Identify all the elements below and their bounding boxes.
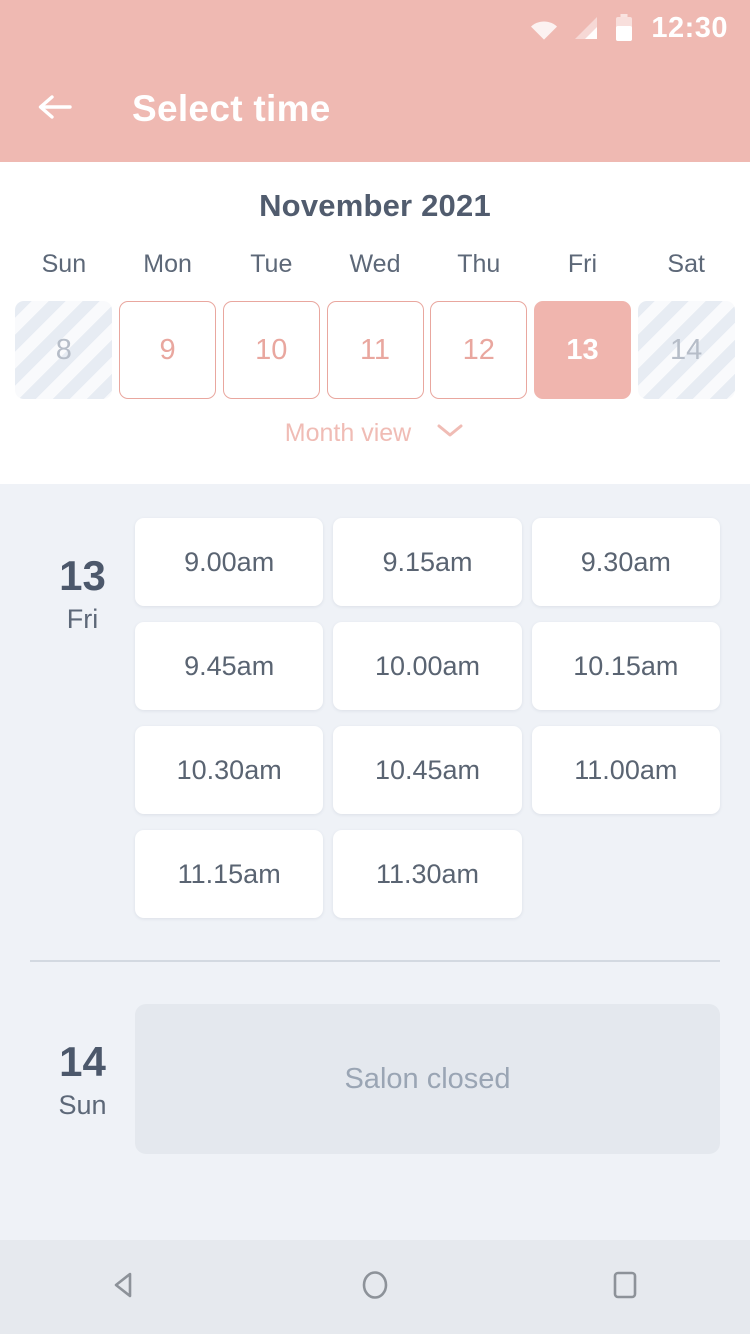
time-slot-grid: 9.00am 9.15am 9.30am 9.45am 10.00am 10.1…: [135, 518, 720, 918]
back-arrow-icon: [36, 92, 76, 127]
app-bar: Select time: [0, 56, 750, 162]
calendar-day-row: 8 9 10 11 12 13 14: [0, 301, 750, 399]
salon-closed-card: Salon closed: [135, 1004, 720, 1154]
schedule-day-name: Sun: [58, 1090, 107, 1121]
page-title: Select time: [132, 88, 331, 129]
time-slot[interactable]: 10.15am: [531, 622, 720, 710]
status-bar-clock: 12:30: [651, 11, 728, 44]
nav-home-icon: [358, 1268, 392, 1307]
month-view-toggle-label: Month view: [284, 419, 412, 447]
time-slot[interactable]: 10.30am: [135, 726, 324, 814]
wifi-icon: [529, 16, 559, 40]
time-slot[interactable]: 9.00am: [135, 518, 324, 606]
schedule-area: 13 Fri 9.00am 9.15am 9.30am 9.45am 10.00…: [0, 484, 750, 1240]
month-view-toggle[interactable]: Month view: [0, 419, 750, 448]
schedule-day-label: 13 Fri: [30, 518, 135, 918]
battery-icon: [615, 14, 633, 42]
time-slot[interactable]: 11.30am: [333, 830, 522, 918]
calendar-dayname: Wed: [349, 250, 401, 278]
time-slot[interactable]: 9.15am: [333, 518, 522, 606]
schedule-day-number: 13: [59, 552, 106, 599]
calendar-day-11[interactable]: 11: [326, 301, 424, 399]
schedule-day-number: 14: [59, 1038, 106, 1085]
calendar-panel: November 2021 Sun Mon Tue Wed Thu Fri Sa…: [0, 162, 750, 484]
calendar-dayname: Sun: [41, 250, 87, 278]
back-button[interactable]: [32, 85, 80, 133]
time-slot[interactable]: 11.15am: [135, 830, 324, 918]
schedule-day-name: Fri: [66, 604, 99, 635]
nav-home-button[interactable]: [320, 1240, 430, 1334]
calendar-dayname: Fri: [567, 250, 598, 278]
chevron-down-icon: [435, 422, 465, 445]
calendar-day-8: 8: [15, 301, 113, 399]
schedule-day-label: 14 Sun: [30, 1004, 135, 1154]
nav-recents-button[interactable]: [570, 1240, 680, 1334]
calendar-day-number: 10: [255, 333, 288, 366]
time-slot[interactable]: 11.00am: [531, 726, 720, 814]
time-slot[interactable]: 9.30am: [531, 518, 720, 606]
time-slot[interactable]: 10.00am: [333, 622, 522, 710]
calendar-day-13[interactable]: 13: [533, 301, 631, 399]
calendar-dayname: Thu: [457, 250, 501, 278]
time-slot[interactable]: 10.45am: [333, 726, 522, 814]
calendar-dayname: Tue: [250, 250, 293, 278]
calendar-dayname: Sat: [667, 250, 705, 278]
calendar-dayname-row: Sun Mon Tue Wed Thu Fri Sat: [0, 250, 750, 301]
calendar-dayname: Mon: [143, 250, 192, 278]
calendar-day-number: 9: [159, 333, 176, 366]
schedule-day-13: 13 Fri 9.00am 9.15am 9.30am 9.45am 10.00…: [0, 484, 750, 918]
nav-back-icon: [107, 1267, 143, 1308]
calendar-day-10[interactable]: 10: [222, 301, 320, 399]
calendar-day-12[interactable]: 12: [430, 301, 528, 399]
salon-closed-message: Salon closed: [344, 1062, 511, 1095]
calendar-day-9[interactable]: 9: [119, 301, 217, 399]
android-nav-bar: [0, 1240, 750, 1334]
nav-recents-icon: [609, 1269, 641, 1306]
calendar-day-number: 13: [566, 333, 599, 366]
calendar-day-number: 14: [670, 333, 703, 366]
status-bar: 12:30: [0, 0, 750, 56]
calendar-day-14: 14: [637, 301, 735, 399]
time-slot[interactable]: 9.45am: [135, 622, 324, 710]
calendar-day-number: 11: [359, 333, 391, 366]
phone-screen: 12:30 Select time November 2021 Sun Mon …: [0, 0, 750, 1334]
calendar-day-number: 12: [462, 333, 495, 366]
cellular-signal-icon: [573, 15, 601, 41]
nav-back-button[interactable]: [70, 1240, 180, 1334]
schedule-day-14: 14 Sun Salon closed: [0, 962, 750, 1154]
calendar-month-title: November 2021: [259, 188, 491, 223]
calendar-day-number: 8: [55, 333, 72, 366]
